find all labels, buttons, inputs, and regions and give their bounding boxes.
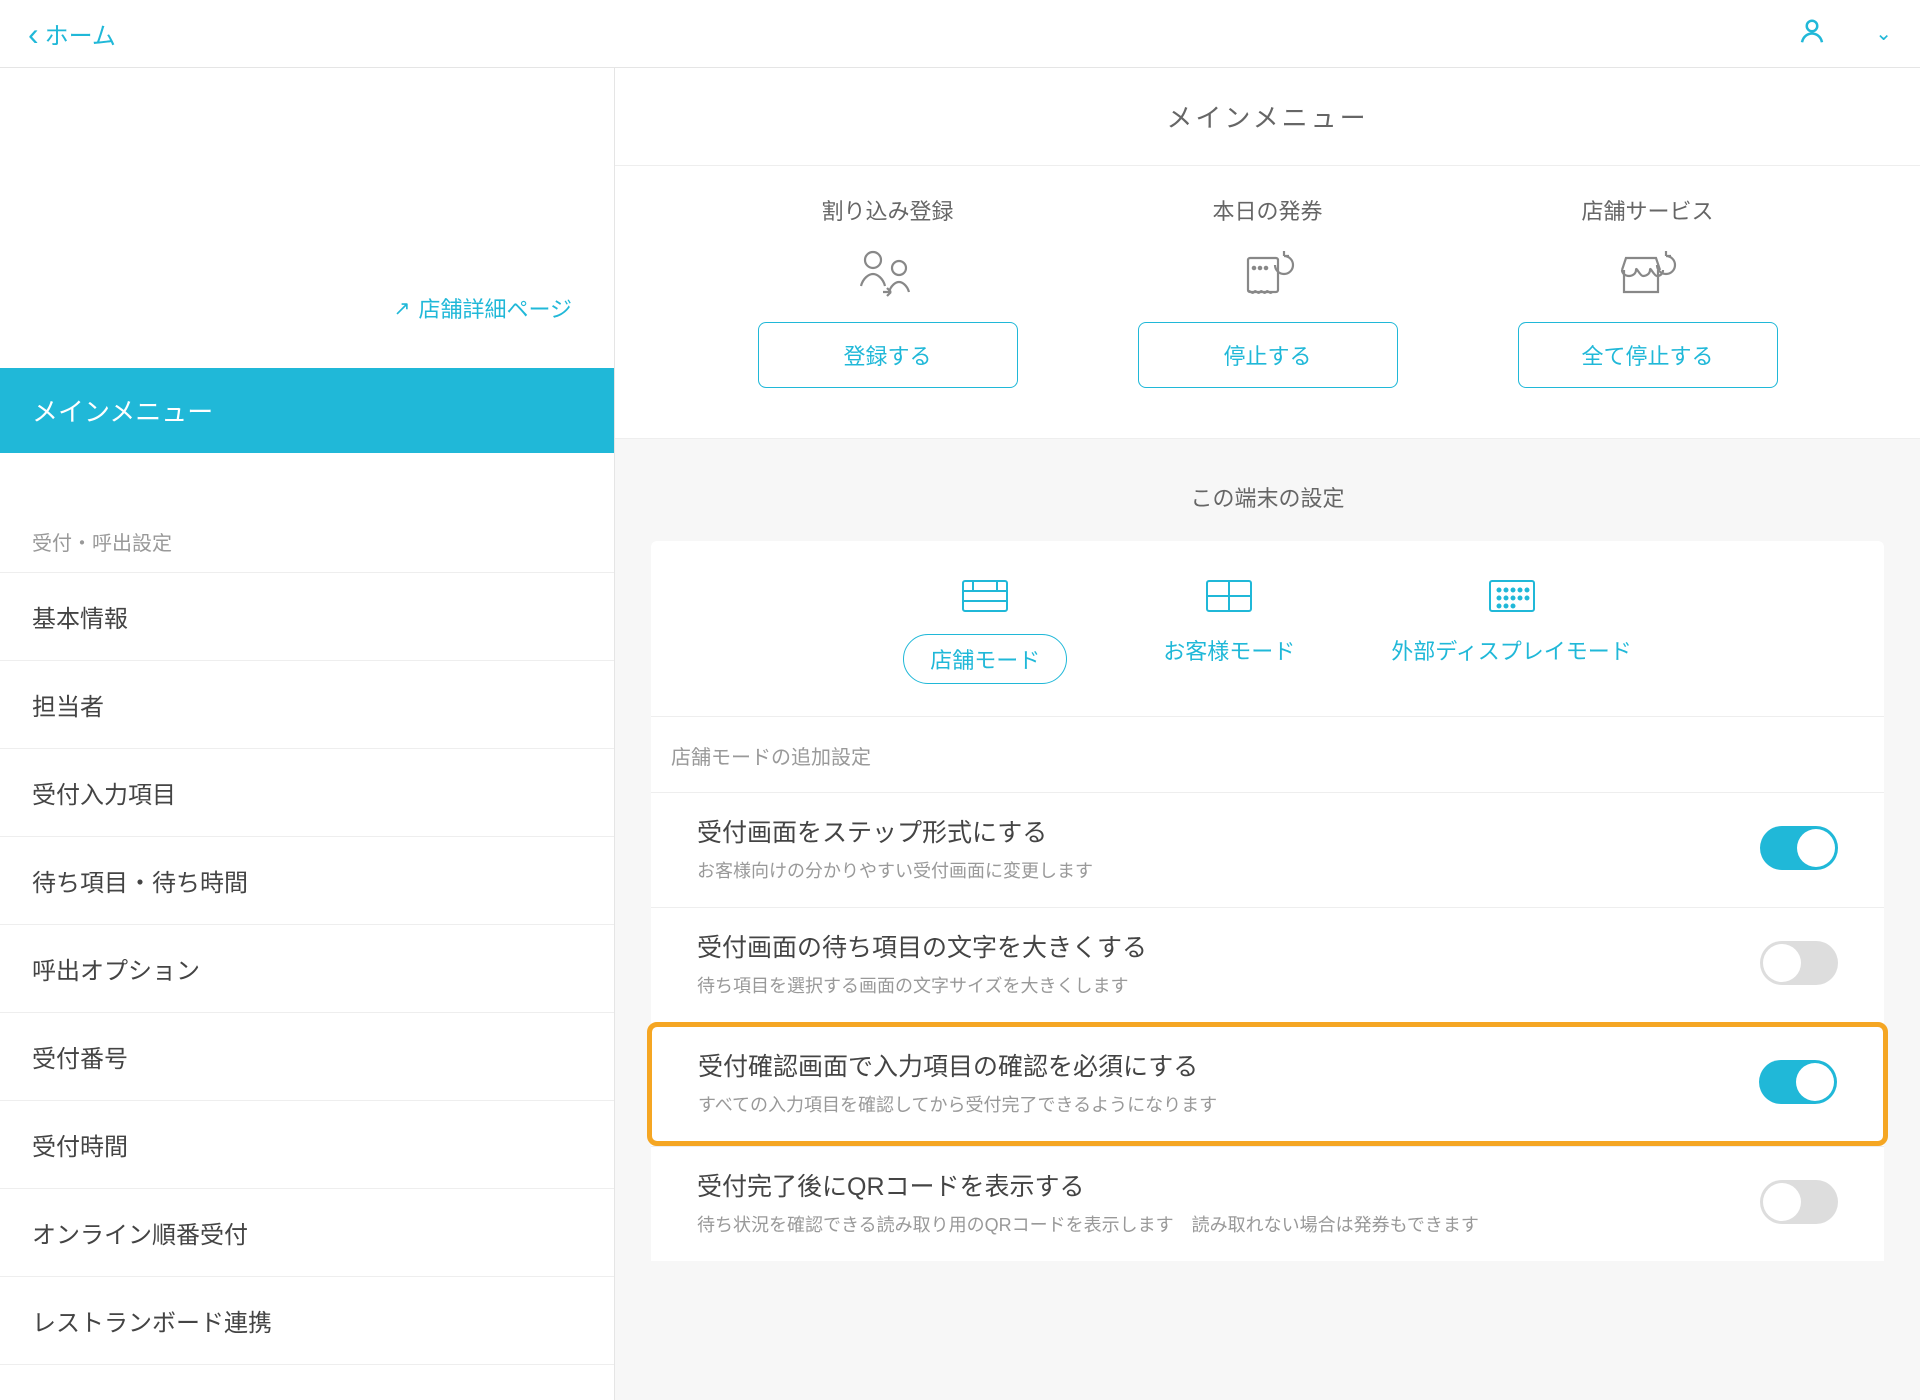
- mode-tab-label: お客様モード: [1163, 634, 1295, 666]
- main-content: メインメニュー 割り込み登録登録する本日の発券停止する店舗サービス全て停止する …: [615, 68, 1920, 1400]
- topbar-right: ⌄: [1797, 16, 1892, 51]
- menu-card: 割り込み登録登録する: [758, 194, 1018, 388]
- setting-desc: 待ち項目を選択する画面の文字サイズを大きくします: [697, 972, 1760, 998]
- toggle-switch[interactable]: [1760, 1180, 1838, 1224]
- ticket-refresh-icon: [1238, 242, 1298, 306]
- setting-desc: お客様向けの分かりやすい受付画面に変更します: [697, 857, 1760, 883]
- mode-tab-icon: [1486, 577, 1538, 620]
- store-detail-label: 店舗詳細ページ: [418, 292, 572, 324]
- mode-tab[interactable]: お客様モード: [1163, 577, 1295, 684]
- mode-box: 店舗モード お客様モード 外部ディスプレイモード: [651, 541, 1884, 717]
- sidebar-header-area: ↗ 店舗詳細ページ: [0, 68, 614, 368]
- menu-card-title: 本日の発券: [1212, 194, 1322, 226]
- sidebar-item[interactable]: オンライン順番受付: [0, 1189, 614, 1277]
- menu-card-button[interactable]: 登録する: [758, 322, 1018, 388]
- mode-tab[interactable]: 店舗モード: [903, 577, 1067, 684]
- sidebar-item[interactable]: レストランボード連携: [0, 1277, 614, 1365]
- menu-cards-row: 割り込み登録登録する本日の発券停止する店舗サービス全て停止する: [615, 166, 1920, 439]
- store-detail-link[interactable]: ↗ 店舗詳細ページ: [394, 292, 572, 324]
- mode-tab-label: 外部ディスプレイモード: [1391, 634, 1631, 666]
- mode-tab-icon: [959, 577, 1011, 620]
- setting-title: 受付確認画面で入力項目の確認を必須にする: [698, 1047, 1759, 1083]
- chevron-down-icon[interactable]: ⌄: [1875, 21, 1892, 46]
- back-label: ホーム: [45, 16, 116, 51]
- setting-title: 受付画面の待ち項目の文字を大きくする: [697, 928, 1760, 964]
- toggle-switch[interactable]: [1760, 826, 1838, 870]
- setting-desc: すべての入力項目を確認してから受付完了できるようになります: [698, 1091, 1759, 1117]
- menu-card-title: 割り込み登録: [821, 194, 953, 226]
- sidebar-item-main-menu[interactable]: メインメニュー: [0, 368, 614, 453]
- store-refresh-icon: [1616, 242, 1680, 306]
- settings-section: 店舗モードの追加設定 受付画面をステップ形式にするお客様向けの分かりやすい受付画…: [651, 717, 1884, 1261]
- back-button[interactable]: ‹ ホーム: [28, 16, 116, 51]
- sidebar-section-label: 受付・呼出設定: [0, 515, 614, 573]
- sidebar-item[interactable]: 基本情報: [0, 573, 614, 661]
- sidebar-item[interactable]: 待ち項目・待ち時間: [0, 837, 614, 925]
- user-icon[interactable]: [1797, 16, 1827, 51]
- chevron-left-icon: ‹: [28, 18, 39, 50]
- menu-card-button[interactable]: 停止する: [1138, 322, 1398, 388]
- sidebar-item[interactable]: 呼出オプション: [0, 925, 614, 1013]
- sidebar: ↗ 店舗詳細ページ メインメニュー 受付・呼出設定 基本情報担当者受付入力項目待…: [0, 68, 615, 1400]
- setting-title: 受付画面をステップ形式にする: [697, 813, 1760, 849]
- setting-text: 受付画面をステップ形式にするお客様向けの分かりやすい受付画面に変更します: [697, 813, 1760, 883]
- sidebar-item[interactable]: 担当者: [0, 661, 614, 749]
- toggle-switch[interactable]: [1760, 941, 1838, 985]
- mode-tab[interactable]: 外部ディスプレイモード: [1391, 577, 1631, 684]
- main-header: メインメニュー: [615, 68, 1920, 166]
- sidebar-item[interactable]: 受付番号: [0, 1013, 614, 1101]
- people-swap-icon: [855, 242, 921, 306]
- setting-row: 受付完了後にQRコードを表示する待ち状況を確認できる読み取り用のQRコードを表示…: [651, 1146, 1884, 1261]
- menu-card: 店舗サービス全て停止する: [1518, 194, 1778, 388]
- settings-section-label: 店舗モードの追加設定: [651, 717, 1884, 792]
- setting-row: 受付画面をステップ形式にするお客様向けの分かりやすい受付画面に変更します: [651, 792, 1884, 907]
- setting-text: 受付完了後にQRコードを表示する待ち状況を確認できる読み取り用のQRコードを表示…: [697, 1167, 1760, 1237]
- setting-text: 受付画面の待ち項目の文字を大きくする待ち項目を選択する画面の文字サイズを大きくし…: [697, 928, 1760, 998]
- sidebar-item[interactable]: 受付時間: [0, 1101, 614, 1189]
- setting-text: 受付確認画面で入力項目の確認を必須にするすべての入力項目を確認してから受付完了で…: [698, 1047, 1759, 1117]
- menu-card-title: 店舗サービス: [1581, 194, 1713, 226]
- mode-tab-label: 店舗モード: [903, 634, 1067, 684]
- setting-row: 受付画面の待ち項目の文字を大きくする待ち項目を選択する画面の文字サイズを大きくし…: [651, 907, 1884, 1022]
- setting-desc: 待ち状況を確認できる読み取り用のQRコードを表示します 読み取れない場合は発券も…: [697, 1211, 1760, 1237]
- menu-card-button[interactable]: 全て停止する: [1518, 322, 1778, 388]
- sidebar-active-label: メインメニュー: [32, 397, 213, 427]
- sidebar-item[interactable]: 受付入力項目: [0, 749, 614, 837]
- toggle-switch[interactable]: [1759, 1060, 1837, 1104]
- setting-row: 受付確認画面で入力項目の確認を必須にするすべての入力項目を確認してから受付完了で…: [647, 1022, 1888, 1146]
- external-link-icon: ↗: [394, 296, 411, 321]
- device-settings-header: この端末の設定: [615, 439, 1920, 541]
- mode-tab-icon: [1203, 577, 1255, 620]
- setting-title: 受付完了後にQRコードを表示する: [697, 1167, 1760, 1203]
- topbar: ‹ ホーム ⌄: [0, 0, 1920, 68]
- mode-tabs: 店舗モード お客様モード 外部ディスプレイモード: [651, 541, 1884, 717]
- menu-card: 本日の発券停止する: [1138, 194, 1398, 388]
